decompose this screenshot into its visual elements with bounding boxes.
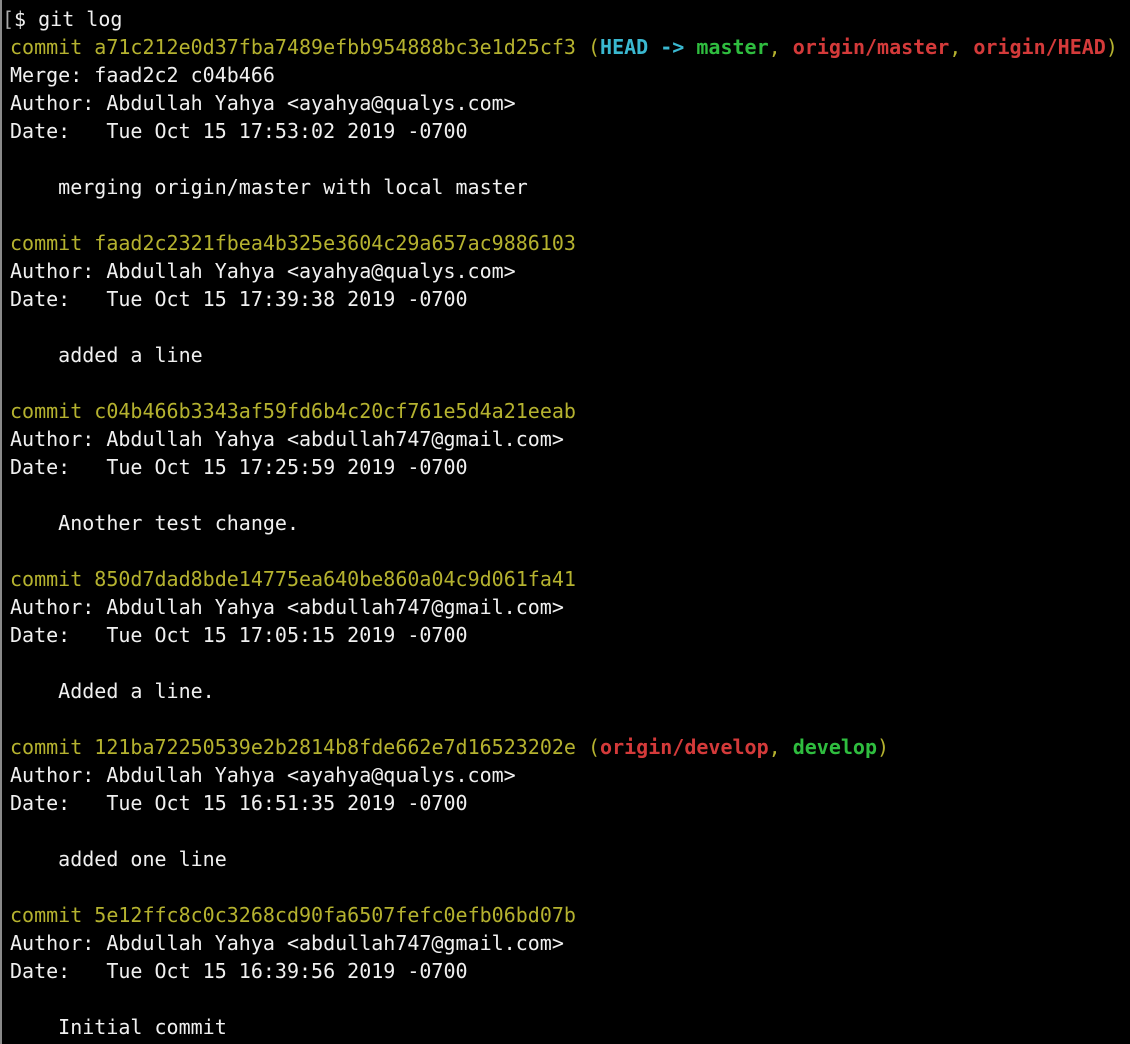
commit-line: commit faad2c2321fbea4b325e3604c29a657ac… <box>10 229 1130 257</box>
ref-separator: , <box>768 35 793 59</box>
scroll-gutter <box>0 0 2 1044</box>
commit-message: Added a line. <box>10 679 215 703</box>
ref-remote-branch: origin/develop <box>600 735 769 759</box>
author-line: Author: Abdullah Yahya <ayahya@qualys.co… <box>10 259 516 283</box>
commit-message: added one line <box>10 847 227 871</box>
ref-arrow: -> <box>660 35 685 59</box>
commit-hash: 5e12ffc8c0c3268cd90fa6507fefc0efb06bd07b <box>94 903 576 927</box>
commit-message: Another test change. <box>10 511 299 535</box>
prompt-symbol: $ <box>14 7 27 31</box>
terminal-window[interactable]: [$ git log commit a71c212e0d37fba7489efb… <box>0 0 1130 1044</box>
commit-hash: 121ba72250539e2b2814b8fde662e7d16523202e <box>94 735 576 759</box>
commit-line: commit 850d7dad8bde14775ea640be860a04c9d… <box>10 565 1130 593</box>
date-line: Date: Tue Oct 15 16:39:56 2019 -0700 <box>10 959 468 983</box>
ref-close-paren: ) <box>1105 35 1118 59</box>
date-line: Date: Tue Oct 15 17:25:59 2019 -0700 <box>10 455 468 479</box>
merge-line: Merge: faad2c2 c04b466 <box>10 63 275 87</box>
ref-local-branch: develop <box>792 735 877 759</box>
author-line: Author: Abdullah Yahya <abdullah747@gmai… <box>10 427 564 451</box>
commit-hash: a71c212e0d37fba7489efbb954888bc3e1d25cf3 <box>94 35 576 59</box>
ref-open-paren: ( <box>587 35 601 59</box>
ref-separator: , <box>768 735 793 759</box>
ref-remote-branch: origin/master <box>792 35 950 59</box>
terminal-output: [$ git log commit a71c212e0d37fba7489efb… <box>2 5 1130 1041</box>
commit-label: commit <box>10 735 83 759</box>
author-line: Author: Abdullah Yahya <ayahya@qualys.co… <box>10 763 516 787</box>
ref-close-paren: ) <box>877 735 890 759</box>
commit-line: commit c04b466b3343af59fd6b4c20cf761e5d4… <box>10 397 1130 425</box>
command-text: git log <box>38 7 123 31</box>
author-line: Author: Abdullah Yahya <abdullah747@gmai… <box>10 931 564 955</box>
date-line: Date: Tue Oct 15 17:53:02 2019 -0700 <box>10 119 468 143</box>
date-line: Date: Tue Oct 15 17:05:15 2019 -0700 <box>10 623 468 647</box>
ref-separator: , <box>949 35 974 59</box>
commit-message: added a line <box>10 343 203 367</box>
commit-label: commit <box>10 399 83 423</box>
commit-line: commit 5e12ffc8c0c3268cd90fa6507fefc0efb… <box>10 901 1130 929</box>
commit-hash: faad2c2321fbea4b325e3604c29a657ac9886103 <box>94 231 576 255</box>
ref-remote-head: origin/HEAD <box>973 35 1106 59</box>
author-line: Author: Abdullah Yahya <ayahya@qualys.co… <box>10 91 516 115</box>
ref-head: HEAD <box>600 35 649 59</box>
commit-hash: 850d7dad8bde14775ea640be860a04c9d061fa41 <box>94 567 576 591</box>
prompt-line[interactable]: [$ git log <box>2 5 1130 33</box>
date-line: Date: Tue Oct 15 16:51:35 2019 -0700 <box>10 791 468 815</box>
commit-label: commit <box>10 35 83 59</box>
commit-message: Initial commit <box>10 1015 227 1039</box>
commit-label: commit <box>10 231 83 255</box>
date-line: Date: Tue Oct 15 17:39:38 2019 -0700 <box>10 287 468 311</box>
commit-label: commit <box>10 903 83 927</box>
commit-label: commit <box>10 567 83 591</box>
commit-line: commit 121ba72250539e2b2814b8fde662e7d16… <box>10 733 1130 761</box>
prompt-bracket: [ <box>2 7 15 31</box>
previous-line-remnant <box>2 0 1130 4</box>
author-line: Author: Abdullah Yahya <abdullah747@gmai… <box>10 595 564 619</box>
commit-message: merging origin/master with local master <box>10 175 528 199</box>
commit-line: commit a71c212e0d37fba7489efbb954888bc3e… <box>10 33 1130 61</box>
ref-open-paren: ( <box>587 735 601 759</box>
commit-hash: c04b466b3343af59fd6b4c20cf761e5d4a21eeab <box>94 399 576 423</box>
ref-local-branch: master <box>696 35 769 59</box>
